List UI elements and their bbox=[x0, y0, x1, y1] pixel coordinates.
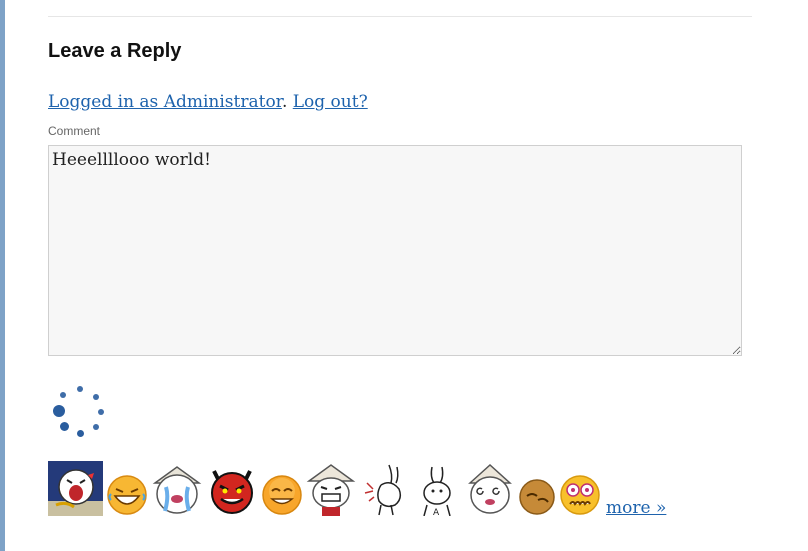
rabbit-a-icon[interactable]: A bbox=[412, 461, 462, 516]
spinner-dot bbox=[93, 394, 99, 400]
more-smileys-link[interactable]: more » bbox=[606, 498, 666, 518]
loading-spinner-icon bbox=[52, 386, 106, 438]
logged-in-link[interactable]: Logged in as Administrator bbox=[48, 92, 282, 112]
spinner-dot bbox=[77, 430, 84, 437]
logged-in-line: Logged in as Administrator. Log out? bbox=[48, 92, 368, 112]
laughing-face-icon[interactable] bbox=[106, 474, 148, 516]
left-border bbox=[0, 0, 5, 551]
angry-shout-icon[interactable] bbox=[48, 461, 103, 516]
spinner-dot bbox=[60, 392, 66, 398]
comment-label: Comment bbox=[48, 124, 101, 138]
devil-face-icon[interactable] bbox=[206, 461, 258, 516]
top-divider bbox=[48, 16, 752, 17]
spinner-dot bbox=[53, 405, 65, 417]
svg-text:A: A bbox=[433, 508, 440, 516]
rabbit-sketch-icon[interactable] bbox=[359, 461, 409, 516]
smiley-bar: A more » bbox=[48, 460, 666, 518]
dizzy-face-icon[interactable] bbox=[465, 461, 515, 516]
spinner-dot bbox=[93, 424, 99, 430]
brown-blob-icon[interactable] bbox=[518, 478, 556, 516]
house-head-icon[interactable] bbox=[306, 461, 356, 516]
spinner-dot bbox=[77, 386, 83, 392]
comment-textarea[interactable]: Heeellllooo world! bbox=[48, 145, 742, 356]
spinner-dot bbox=[98, 409, 104, 415]
spinner-dot bbox=[60, 422, 69, 431]
shocked-face-icon[interactable] bbox=[559, 474, 601, 516]
reply-heading: Leave a Reply bbox=[48, 40, 182, 62]
crying-face-icon[interactable] bbox=[151, 461, 203, 516]
logout-link[interactable]: Log out? bbox=[293, 92, 368, 112]
grin-face-icon[interactable] bbox=[261, 474, 303, 516]
separator: . bbox=[281, 92, 293, 112]
